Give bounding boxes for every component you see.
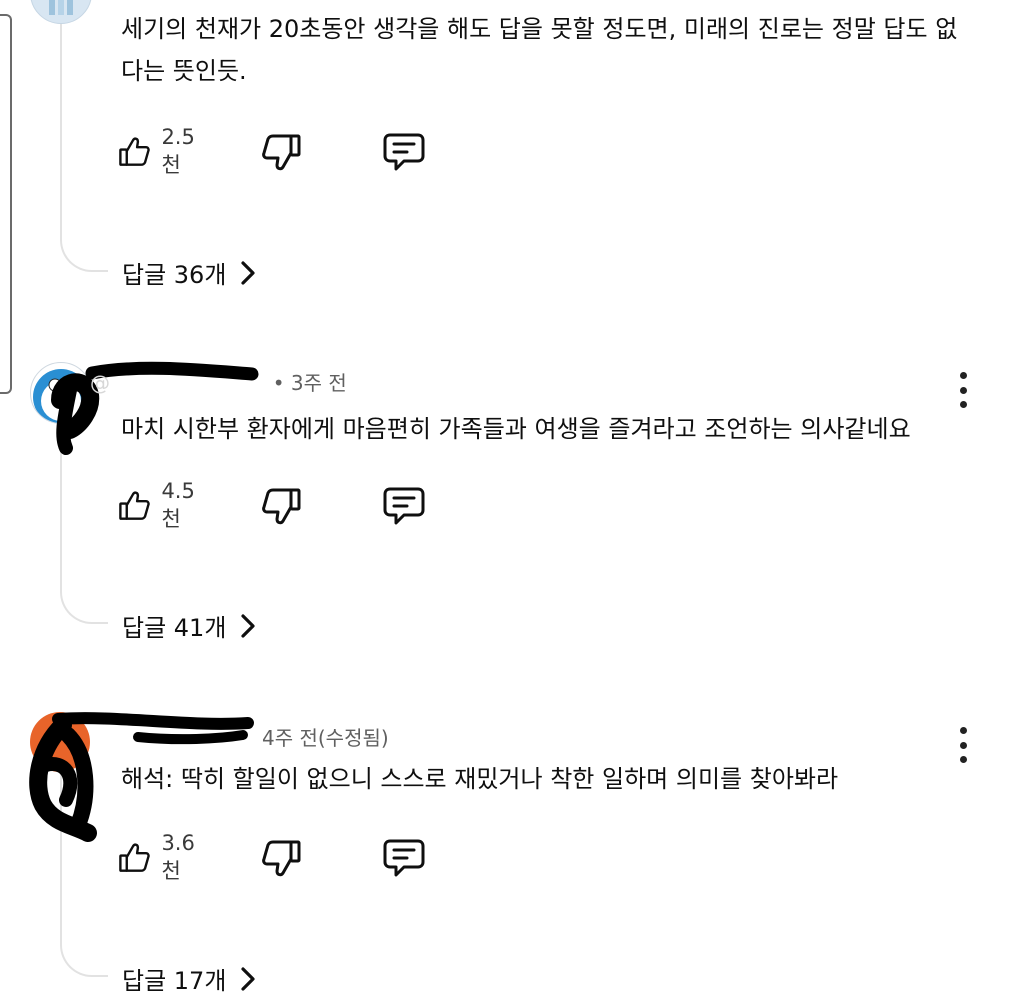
comment-timestamp: 4주 전(수정됨): [262, 726, 389, 750]
thumbs-down-icon: [262, 840, 301, 877]
reply-button[interactable]: [382, 484, 426, 528]
author-handle[interactable]: @: [90, 371, 110, 395]
reply-thread-line: [60, 8, 108, 272]
reply-comment-icon: [383, 133, 425, 171]
comment-text: 해석: 딱히 할일이 없으니 스스로 재밌거나 착한 일하며 의미를 찾아봐라: [121, 765, 839, 793]
more-options-button[interactable]: [953, 372, 973, 408]
thumbs-up-icon: [119, 137, 150, 166]
reply-comment-icon: [383, 839, 425, 877]
view-replies-button[interactable]: 답글 36개: [122, 255, 256, 290]
thumbs-down-icon: [262, 134, 301, 171]
view-replies-button[interactable]: 답글 41개: [122, 608, 256, 643]
reply-button[interactable]: [382, 130, 426, 174]
comment-timestamp: • 3주 전: [272, 371, 347, 395]
chevron-right-icon: [241, 966, 256, 991]
like-count: 4.5천: [161, 479, 195, 531]
like-button[interactable]: 4.5천: [118, 479, 203, 531]
dislike-button[interactable]: [260, 836, 302, 880]
comment-text: 세기의 천재가 20초동안 생각을 해도 답을 못할 정도면, 미래의 진로는 …: [121, 15, 958, 85]
like-button[interactable]: 3.6천: [118, 831, 203, 883]
dislike-button[interactable]: [260, 130, 302, 174]
thumbs-up-icon: [119, 843, 150, 872]
chevron-right-icon: [241, 613, 256, 638]
reply-count-label: 답글 36개: [122, 261, 227, 289]
comment-text: 마치 시한부 환자에게 마음편히 가족들과 여생을 즐겨라고 조언하는 의사같네…: [121, 415, 911, 443]
view-replies-button[interactable]: 답글 17개: [122, 961, 256, 996]
reply-count-label: 답글 17개: [122, 967, 227, 995]
comment-meta: 4주 전(수정됨): [262, 722, 389, 751]
thumbs-up-icon: [119, 491, 150, 520]
like-button[interactable]: 2.5천: [118, 125, 203, 177]
side-panel-edge: [0, 14, 12, 394]
like-count: 2.5천: [161, 125, 195, 177]
like-count: 3.6천: [161, 831, 195, 883]
dislike-button[interactable]: [260, 484, 302, 528]
comment-meta: @ • 3주 전: [90, 367, 347, 396]
reply-count-label: 답글 41개: [122, 614, 227, 642]
thumbs-down-icon: [262, 488, 301, 525]
reply-button[interactable]: [382, 836, 426, 880]
reply-comment-icon: [383, 487, 425, 525]
chevron-right-icon: [241, 260, 256, 285]
